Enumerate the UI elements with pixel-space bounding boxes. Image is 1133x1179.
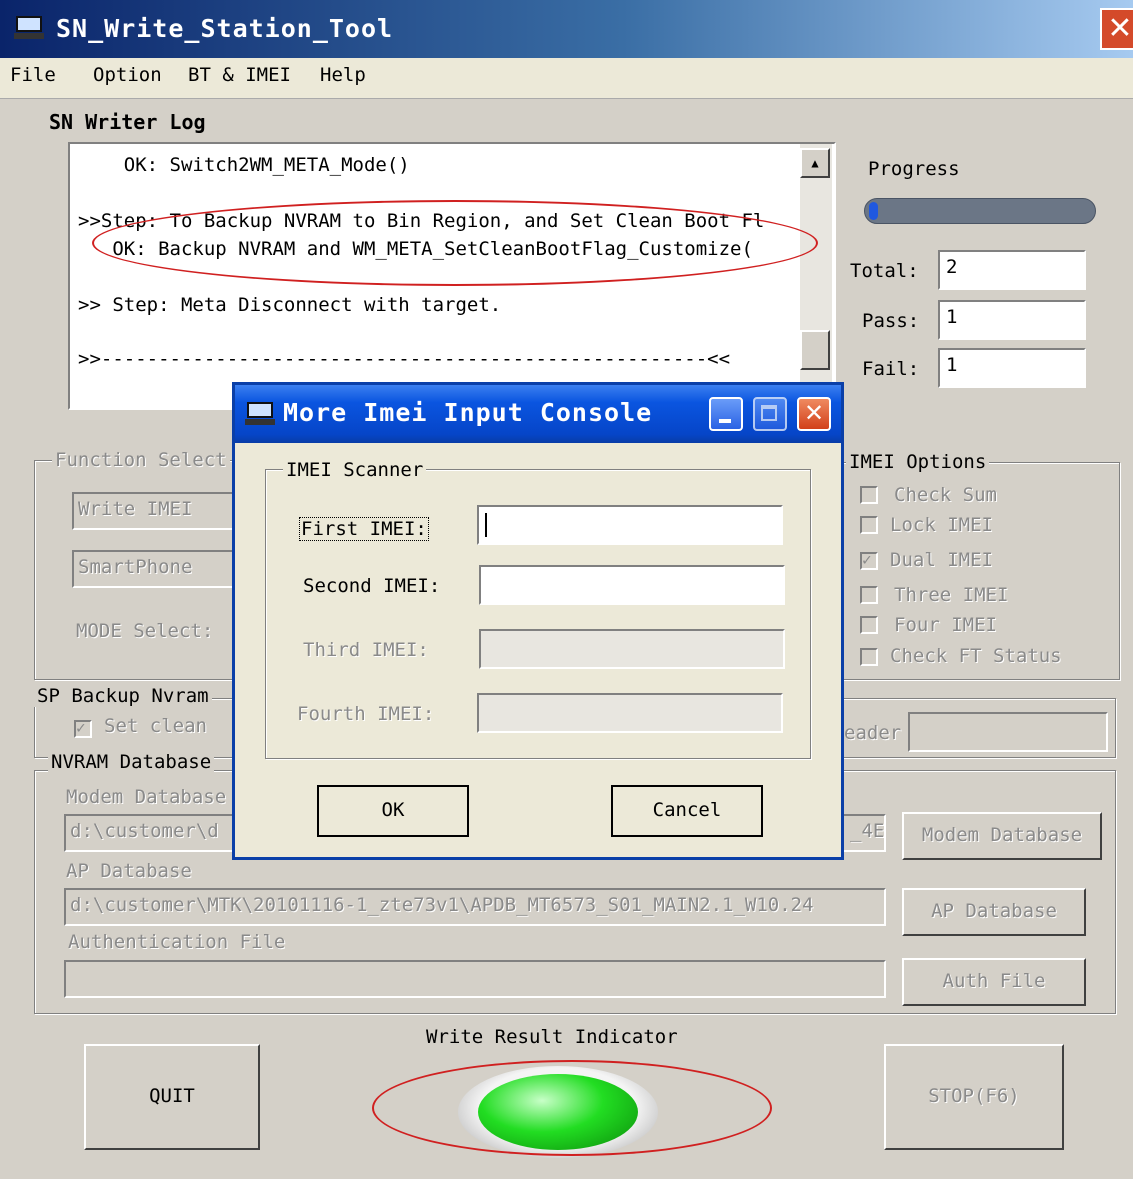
first-imei-label: First IMEI: (299, 517, 429, 541)
scroll-thumb[interactable] (800, 330, 830, 370)
close-window-button[interactable]: ✕ (1100, 8, 1133, 50)
ok-button-label: OK (381, 799, 405, 821)
modem-path-tail: _4E (850, 820, 885, 842)
checkbox-check-ft-status[interactable] (860, 648, 878, 666)
fail-field[interactable]: 1 (938, 348, 1086, 388)
annotation-ellipse (372, 1060, 772, 1156)
auth-file-button[interactable]: Auth File (902, 958, 1086, 1006)
ap-path-field[interactable]: d:\customer\MTK\20101116-1_zte73v1\APDB_… (64, 888, 886, 926)
indicator-label: Write Result Indicator (426, 1026, 678, 1048)
text-cursor (485, 513, 487, 537)
stop-button[interactable]: STOP(F6) (884, 1044, 1064, 1150)
pass-label: Pass: (862, 310, 920, 332)
check-sum-label: Check Sum (894, 484, 997, 506)
menu-option[interactable]: Option (93, 64, 162, 86)
pass-field[interactable]: 1 (938, 300, 1086, 340)
log-line: >> Step: Meta Disconnect with target. (78, 294, 502, 316)
minimize-icon[interactable] (709, 397, 743, 431)
log-line: >>--------------------------------------… (78, 348, 731, 370)
menu-bar: File Option BT & IMEI Help (0, 58, 1133, 99)
header-field[interactable] (908, 712, 1108, 752)
set-clean-label: Set clean (104, 715, 207, 737)
scroll-up-button[interactable]: ▲ (800, 148, 830, 178)
app-icon (14, 16, 44, 40)
imei-scanner-label: IMEI Scanner (283, 459, 427, 481)
ap-database-button-label: AP Database (931, 900, 1057, 922)
first-imei-input[interactable] (477, 505, 783, 545)
maximize-icon[interactable] (753, 397, 787, 431)
cancel-button-label: Cancel (652, 799, 722, 821)
modem-database-button-label: Modem Database (921, 824, 1083, 846)
checkbox-set-clean[interactable]: ✓ (74, 720, 92, 738)
function-combo[interactable]: Write IMEI (72, 492, 234, 530)
modem-path-text: d:\customer\d (70, 820, 219, 842)
modem-database-button[interactable]: Modem Database (902, 812, 1102, 860)
check-ft-status-label: Check FT Status (890, 645, 1062, 667)
annotation-ellipse (92, 200, 818, 286)
three-imei-label: Three IMEI (894, 584, 1009, 606)
mode-select-label: MODE Select: (76, 620, 214, 642)
dialog-close-button[interactable]: ✕ (797, 397, 831, 431)
fail-label: Fail: (862, 358, 920, 380)
menu-help[interactable]: Help (320, 64, 366, 86)
dual-imei-label: Dual IMEI (890, 549, 993, 571)
dialog-title: More Imei Input Console (283, 398, 653, 427)
third-imei-label: Third IMEI: (303, 639, 429, 661)
checkbox-lock-imei[interactable] (860, 516, 878, 534)
imei-input-dialog: More Imei Input Console ✕ IMEI Scanner F… (232, 382, 844, 860)
progress-bar (864, 198, 1096, 224)
ok-button[interactable]: OK (317, 785, 469, 837)
cancel-button[interactable]: Cancel (611, 785, 763, 837)
checkbox-check-sum[interactable] (860, 486, 878, 504)
lock-imei-label: Lock IMEI (890, 514, 993, 536)
checkbox-dual-imei[interactable]: ✓ (860, 552, 878, 570)
auth-file-button-label: Auth File (942, 970, 1046, 992)
header-label: eader (844, 722, 902, 744)
menu-file[interactable]: File (10, 64, 56, 86)
title-bar: SN_Write_Station_Tool (0, 0, 1133, 58)
ap-database-button[interactable]: AP Database (902, 888, 1086, 936)
menu-bt-imei[interactable]: BT & IMEI (188, 64, 291, 86)
window-title: SN_Write_Station_Tool (56, 14, 394, 43)
log-line: OK: Switch2WM_META_Mode() (78, 154, 410, 176)
sp-backup-label: SP Backup Nvram (34, 685, 212, 707)
total-field[interactable]: 2 (938, 250, 1086, 290)
fourth-imei-input[interactable] (477, 693, 783, 733)
checkbox-four-imei[interactable] (860, 616, 878, 634)
log-label: SN Writer Log (46, 110, 209, 134)
second-imei-input[interactable] (479, 565, 785, 605)
fourth-imei-label: Fourth IMEI: (297, 703, 435, 725)
four-imei-label: Four IMEI (894, 614, 997, 636)
function-select-label: Function Select (52, 449, 230, 471)
stop-button-label: STOP(F6) (928, 1085, 1020, 1107)
second-imei-label: Second IMEI: (303, 575, 441, 597)
progress-fill (869, 202, 878, 220)
platform-combo[interactable]: SmartPhone (72, 550, 234, 588)
quit-button[interactable]: QUIT (84, 1044, 260, 1150)
total-label: Total: (850, 260, 919, 282)
dialog-icon (245, 402, 275, 426)
modem-database-label: Modem Database (66, 786, 227, 808)
log-scrollbar[interactable]: ▲ (800, 144, 832, 408)
authentication-file-label: Authentication File (68, 931, 286, 953)
ap-database-label: AP Database (66, 860, 192, 882)
auth-path-field[interactable] (64, 960, 886, 998)
checkbox-three-imei[interactable] (860, 586, 878, 604)
quit-button-label: QUIT (149, 1085, 195, 1107)
progress-label: Progress (868, 158, 960, 180)
imei-options-label: IMEI Options (846, 451, 990, 473)
nvram-database-label: NVRAM Database (48, 751, 215, 773)
third-imei-input[interactable] (479, 629, 785, 669)
dialog-title-bar: More Imei Input Console ✕ (235, 385, 841, 443)
